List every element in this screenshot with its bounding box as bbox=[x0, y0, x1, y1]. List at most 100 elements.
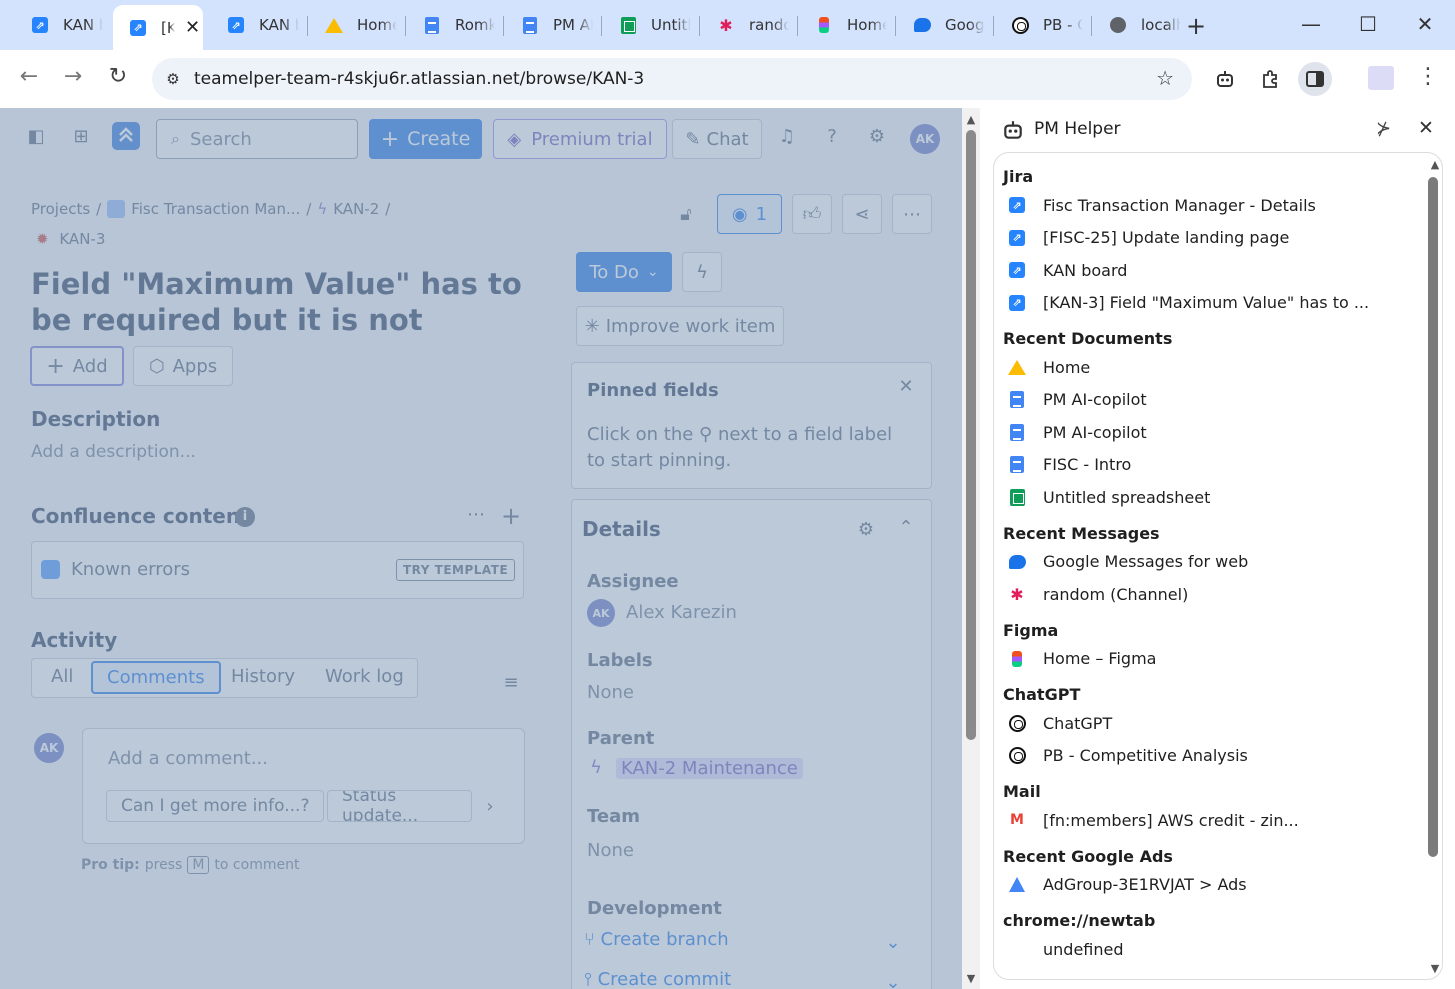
collapse-chevron-icon[interactable]: ⌃ bbox=[894, 517, 918, 541]
activity-tab-comments[interactable]: Comments bbox=[91, 661, 221, 694]
branch-chevron-icon[interactable]: ⌄ bbox=[881, 932, 905, 956]
browser-tab[interactable]: PB - C bbox=[995, 7, 1085, 43]
automation-lightning-icon[interactable]: ϟ bbox=[682, 252, 722, 292]
assignee-value[interactable]: Alex Karezin bbox=[626, 602, 737, 623]
watch-button[interactable]: ◉ 1 bbox=[717, 194, 782, 234]
jira-logo[interactable] bbox=[112, 122, 140, 150]
unpin-icon[interactable]: ⊁ bbox=[1376, 118, 1391, 139]
recent-item[interactable]: Untitled spreadsheet bbox=[1003, 481, 1423, 514]
extensions-puzzle-icon[interactable] bbox=[1253, 62, 1287, 96]
comment-input[interactable] bbox=[82, 728, 525, 844]
scroll-up-arrow-icon[interactable]: ▲ bbox=[962, 113, 980, 126]
recent-item[interactable]: PM AI-copilot bbox=[1003, 416, 1423, 449]
site-info-icon[interactable]: ⚙ bbox=[162, 70, 184, 88]
recent-item[interactable]: M [fn:members] AWS credit - zin... bbox=[1003, 804, 1423, 837]
forward-button[interactable]: → bbox=[58, 64, 88, 89]
recent-item[interactable]: ⇗ KAN board bbox=[1003, 254, 1423, 287]
premium-trial-button[interactable]: ◈ Premium trial bbox=[493, 119, 667, 159]
parent-value[interactable]: KAN-2 Maintenance bbox=[616, 758, 803, 779]
close-tab-icon[interactable]: ✕ bbox=[185, 17, 200, 38]
browser-tab[interactable]: ⇗ KAN b bbox=[211, 7, 301, 43]
recent-item[interactable]: Google Messages for web bbox=[1003, 546, 1423, 579]
activity-tab-history[interactable]: History bbox=[231, 666, 295, 687]
close-pinned-icon[interactable]: ✕ bbox=[894, 376, 918, 400]
info-icon[interactable]: i bbox=[235, 507, 255, 527]
recent-item[interactable]: ✱ random (Channel) bbox=[1003, 578, 1423, 611]
apps-button[interactable]: ⬡ Apps bbox=[133, 346, 233, 386]
side-scroll-up-icon[interactable]: ▲ bbox=[1426, 158, 1444, 171]
app-switcher-icon[interactable]: ⊞ bbox=[69, 126, 93, 150]
breadcrumb-projects[interactable]: Projects bbox=[31, 200, 90, 218]
browser-tab[interactable]: Goog bbox=[897, 7, 987, 43]
side-panel-toggle-icon[interactable] bbox=[1298, 62, 1332, 96]
chrome-menu-icon[interactable]: ⋮ bbox=[1413, 64, 1443, 89]
try-template-badge[interactable]: TRY TEMPLATE bbox=[396, 559, 516, 581]
recent-item[interactable]: PB - Competitive Analysis bbox=[1003, 740, 1423, 773]
notifications-bell-icon[interactable]: ♫ bbox=[775, 126, 799, 150]
settings-gear-icon[interactable]: ⚙ bbox=[865, 126, 889, 150]
confluence-more-icon[interactable]: ⋯ bbox=[464, 504, 488, 528]
breadcrumb-project[interactable]: Fisc Transaction Man... bbox=[131, 200, 300, 218]
side-panel-scrollbar-thumb[interactable] bbox=[1428, 177, 1438, 857]
user-avatar[interactable]: AK bbox=[910, 124, 940, 154]
browser-tab[interactable]: PM AI bbox=[505, 7, 595, 43]
breadcrumb-issue[interactable]: KAN-3 bbox=[59, 230, 105, 248]
breadcrumb-parent[interactable]: KAN-2 bbox=[333, 200, 379, 218]
create-button[interactable]: + Create bbox=[369, 119, 482, 159]
sidebar-toggle-icon[interactable]: ◧ bbox=[24, 126, 48, 150]
jira-search-input[interactable]: ⌕ Search bbox=[156, 119, 358, 159]
back-button[interactable]: ← bbox=[14, 64, 44, 89]
status-dropdown[interactable]: To Do ⌄ bbox=[576, 252, 672, 292]
lock-icon[interactable]: 🔓︎ bbox=[674, 204, 698, 228]
recent-item[interactable]: AdGroup-3E1RVJAT > Ads bbox=[1003, 869, 1423, 902]
close-window-button[interactable]: ✕ bbox=[1410, 12, 1440, 36]
like-thumb-icon[interactable]: 👍︎ bbox=[792, 194, 832, 234]
maximize-window-button[interactable]: ☐ bbox=[1353, 12, 1383, 36]
add-button[interactable]: + Add bbox=[30, 346, 124, 386]
activity-tab-all[interactable]: All bbox=[51, 666, 73, 687]
issue-title[interactable]: Field "Maximum Value" has to be required… bbox=[31, 266, 531, 338]
browser-tab[interactable]: ⇗ [K ✕ bbox=[113, 5, 203, 50]
commit-chevron-icon[interactable]: ⌄ bbox=[881, 972, 905, 989]
chat-button[interactable]: ✎ Chat bbox=[672, 119, 762, 159]
close-side-panel-icon[interactable]: ✕ bbox=[1418, 117, 1434, 139]
more-actions-icon[interactable]: ⋯ bbox=[892, 194, 932, 234]
create-commit-link[interactable]: ⫯ Create commit bbox=[584, 969, 731, 989]
browser-tab[interactable]: Untitl bbox=[603, 7, 693, 43]
recent-item[interactable]: ChatGPT bbox=[1003, 707, 1423, 740]
browser-tab[interactable]: Home bbox=[309, 7, 399, 43]
browser-tab[interactable]: ⇗ KAN b bbox=[15, 7, 105, 43]
description-placeholder[interactable]: Add a description... bbox=[31, 442, 196, 462]
browser-tab[interactable]: localh bbox=[1093, 7, 1183, 43]
confluence-add-icon[interactable]: + bbox=[499, 502, 523, 530]
recent-item[interactable]: ⇗ Fisc Transaction Manager - Details bbox=[1003, 189, 1423, 222]
team-value[interactable]: None bbox=[587, 840, 634, 861]
recent-item[interactable]: Home bbox=[1003, 351, 1423, 384]
recent-item[interactable]: Home – Figma bbox=[1003, 643, 1423, 676]
pm-helper-extension-icon[interactable] bbox=[1208, 62, 1242, 96]
share-icon[interactable]: ⋖ bbox=[842, 194, 882, 234]
browser-tab[interactable]: Romk bbox=[407, 7, 497, 43]
browser-tab[interactable]: Home bbox=[799, 7, 889, 43]
recent-item[interactable]: PM AI-copilot bbox=[1003, 384, 1423, 417]
details-settings-icon[interactable]: ⚙ bbox=[854, 519, 878, 543]
recent-item[interactable]: ⇗ [FISC-25] Update landing page bbox=[1003, 222, 1423, 255]
recent-item[interactable]: ⇗ [KAN-3] Field "Maximum Value" has to ..… bbox=[1003, 287, 1423, 320]
address-bar[interactable]: ⚙ teamelper-team-r4skju6r.atlassian.net/… bbox=[152, 58, 1192, 100]
create-branch-link[interactable]: ⑂ Create branch bbox=[584, 929, 729, 950]
labels-value[interactable]: None bbox=[587, 682, 634, 703]
page-scrollbar-thumb[interactable] bbox=[966, 130, 976, 740]
chevron-right-icon[interactable]: › bbox=[478, 796, 502, 820]
suggestion-chip[interactable]: Status update... bbox=[327, 790, 472, 822]
suggestion-chip[interactable]: Can I get more info...? bbox=[106, 790, 325, 822]
improve-work-item-button[interactable]: ✳ Improve work item bbox=[576, 306, 784, 346]
browser-tab[interactable]: ✱ rando bbox=[701, 7, 791, 43]
new-tab-button[interactable]: + bbox=[1186, 12, 1206, 40]
side-scroll-down-icon[interactable]: ▼ bbox=[1426, 962, 1444, 975]
recent-item[interactable]: FISC - Intro bbox=[1003, 449, 1423, 482]
help-icon[interactable]: ? bbox=[820, 126, 844, 150]
minimize-window-button[interactable]: — bbox=[1296, 12, 1326, 36]
bookmark-star-icon[interactable]: ☆ bbox=[1156, 66, 1174, 90]
scroll-down-arrow-icon[interactable]: ▼ bbox=[962, 972, 980, 985]
recent-item[interactable]: undefined bbox=[1003, 933, 1423, 966]
